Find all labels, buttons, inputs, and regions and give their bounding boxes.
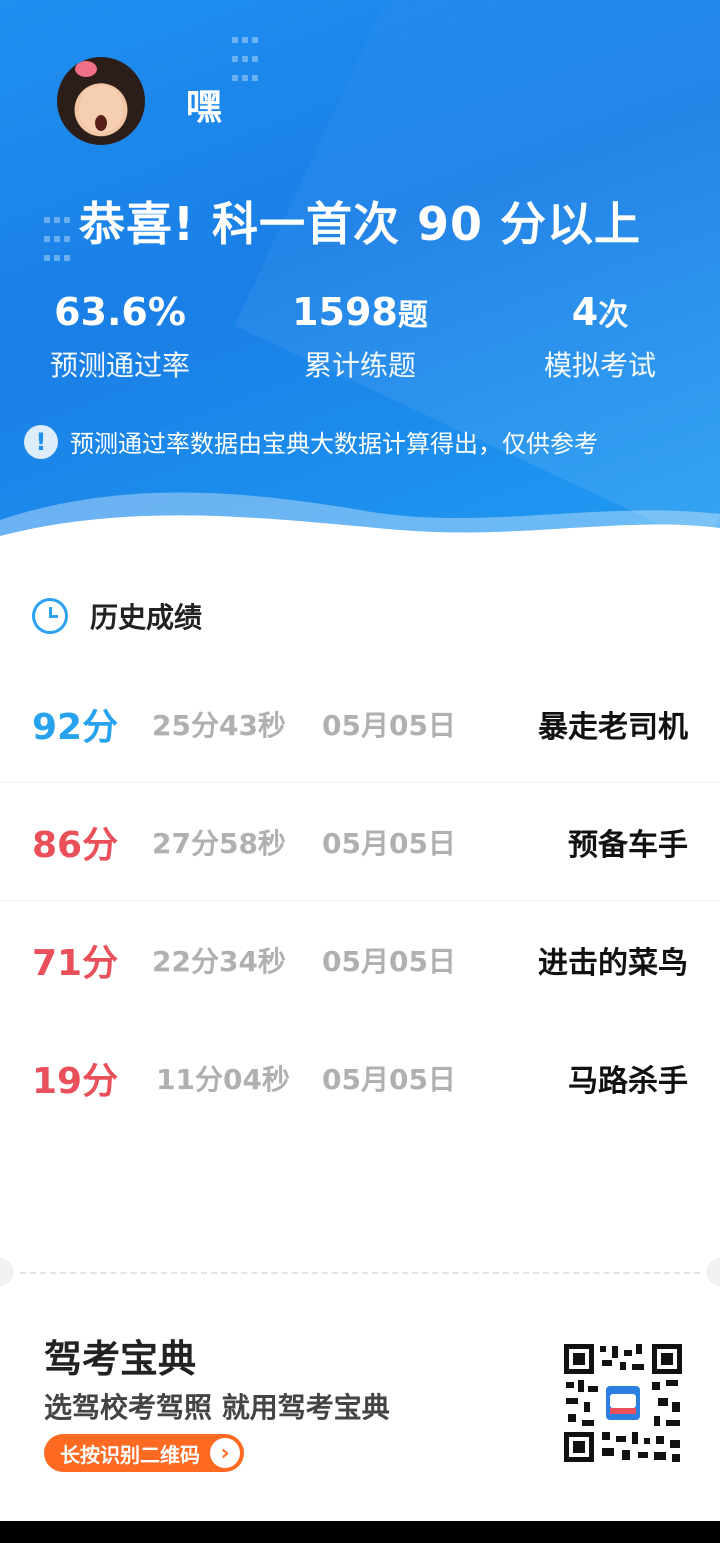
disclaimer-note: ! 预测通过率数据由宝典大数据计算得出，仅供参考 (24, 424, 598, 459)
info-icon: ! (24, 424, 58, 459)
disclaimer-text: 预测通过率数据由宝典大数据计算得出，仅供参考 (70, 430, 598, 458)
stat-label: 模拟考试 (543, 349, 656, 382)
ticket-notch (706, 1258, 720, 1286)
stat-unit: 次 (598, 298, 629, 333)
row-score: 19分 (32, 1061, 119, 1102)
clock-icon (32, 598, 68, 634)
avatar[interactable] (57, 57, 145, 145)
history-row[interactable]: 86分 27分58秒 05月05日 预备车手 (0, 782, 720, 901)
system-nav-bar (0, 1521, 720, 1543)
hero-sheen (234, 0, 720, 546)
row-duration: 11分04秒 (156, 1063, 290, 1096)
wave-divider (0, 492, 720, 560)
row-duration: 22分34秒 (152, 945, 286, 978)
row-date: 05月05日 (322, 1063, 456, 1096)
stat-value: 1598 (292, 290, 398, 334)
brand-name: 驾考宝典 (44, 1337, 197, 1381)
row-date: 05月05日 (322, 709, 456, 742)
stat-mock-exams: 4次 模拟考试 (480, 288, 720, 386)
row-duration: 25分43秒 (152, 709, 286, 742)
username: 嘿 (186, 87, 223, 128)
dashed-divider (20, 1272, 700, 1274)
brand-slogan: 选驾校考驾照 就用驾考宝典 (44, 1391, 390, 1424)
stat-pass-rate: 63.6% 预测通过率 (0, 288, 240, 386)
scan-qr-label: 长按识别二维码 (60, 1442, 200, 1467)
row-score: 92分 (32, 707, 119, 748)
qr-code[interactable] (562, 1342, 684, 1464)
stat-value: 63.6% (54, 290, 186, 334)
row-date: 05月05日 (322, 945, 456, 978)
scan-qr-button[interactable]: 长按识别二维码 › (44, 1434, 244, 1472)
ticket-notch (0, 1258, 14, 1286)
history-header: 历史成绩 (32, 596, 202, 636)
decor-dots (230, 30, 260, 87)
history-row[interactable]: 19分 11分04秒 05月05日 马路杀手 (0, 1018, 720, 1136)
history-row[interactable]: 71分 22分34秒 05月05日 进击的菜鸟 (0, 900, 720, 1018)
hero-banner: 嘿 恭喜! 科一首次 90 分以上 63.6% 预测通过率 1598题 累计练题… (0, 0, 720, 560)
row-rank-title: 马路杀手 (568, 1064, 688, 1099)
history-row[interactable]: 92分 25分43秒 05月05日 暴走老司机 (0, 664, 720, 783)
stat-label: 累计练题 (303, 349, 416, 382)
congrats-headline: 恭喜! 科一首次 90 分以上 (78, 197, 642, 251)
row-rank-title: 预备车手 (568, 828, 688, 863)
chevron-right-icon: › (210, 1438, 240, 1468)
row-rank-title: 进击的菜鸟 (538, 946, 688, 981)
row-score: 86分 (32, 825, 119, 866)
history-title: 历史成绩 (90, 601, 203, 634)
row-duration: 27分58秒 (152, 827, 286, 860)
stat-unit: 题 (397, 298, 428, 333)
stat-value: 4 (571, 290, 599, 334)
stat-label: 预测通过率 (49, 349, 190, 382)
row-rank-title: 暴走老司机 (538, 710, 688, 745)
row-date: 05月05日 (322, 827, 456, 860)
row-score: 71分 (32, 943, 119, 984)
stat-total-questions: 1598题 累计练题 (240, 288, 480, 386)
